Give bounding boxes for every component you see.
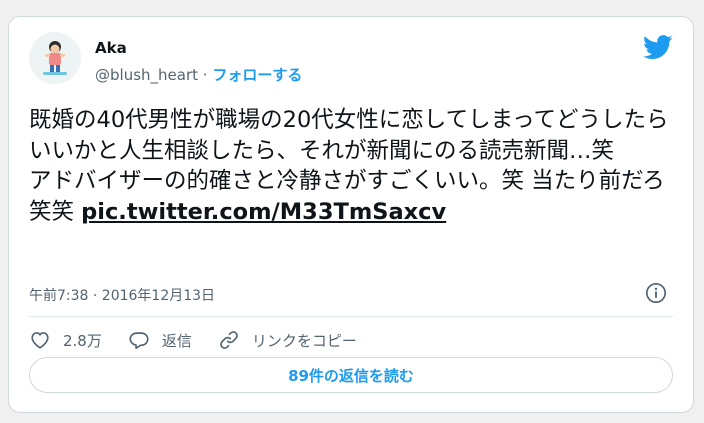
read-replies-button[interactable]: 89件の返信を読む — [29, 357, 673, 393]
like-count: 2.8万 — [63, 331, 102, 350]
author-handle[interactable]: @blush_heart — [95, 66, 198, 84]
copy-link-label: リンクをコピー — [251, 331, 357, 350]
tweet-media-link[interactable]: pic.twitter.com/M33TmSaxcv — [81, 199, 446, 225]
heart-icon — [31, 332, 49, 349]
author-name[interactable]: Aka — [95, 39, 127, 57]
tweet-timestamp[interactable]: 午前7:38 · 2016年12月13日 — [29, 285, 215, 305]
read-replies-label: 89件の返信を読む — [288, 366, 414, 385]
handle-separator: · — [198, 66, 213, 84]
author-handle-row: @blush_heart · フォローする — [95, 64, 302, 85]
link-icon — [220, 331, 238, 349]
like-button[interactable]: 2.8万 — [29, 329, 102, 351]
avatar-illustration — [29, 32, 81, 84]
reply-button[interactable]: 返信 — [128, 329, 192, 351]
avatar[interactable] — [29, 32, 81, 84]
speech-bubble-icon — [129, 332, 149, 349]
reply-label: 返信 — [161, 331, 192, 350]
tweet-card: Aka @blush_heart · フォローする 既婚の40代男性が職場の20… — [8, 16, 694, 413]
tweet-text: 既婚の40代男性が職場の20代女性に恋してしまってどうしたらいいかと人生相談した… — [29, 105, 669, 227]
twitter-bird-icon[interactable] — [643, 35, 673, 60]
follow-button[interactable]: フォローする — [212, 66, 302, 84]
info-icon[interactable] — [645, 282, 667, 304]
copy-link-button[interactable]: リンクをコピー — [218, 329, 357, 351]
